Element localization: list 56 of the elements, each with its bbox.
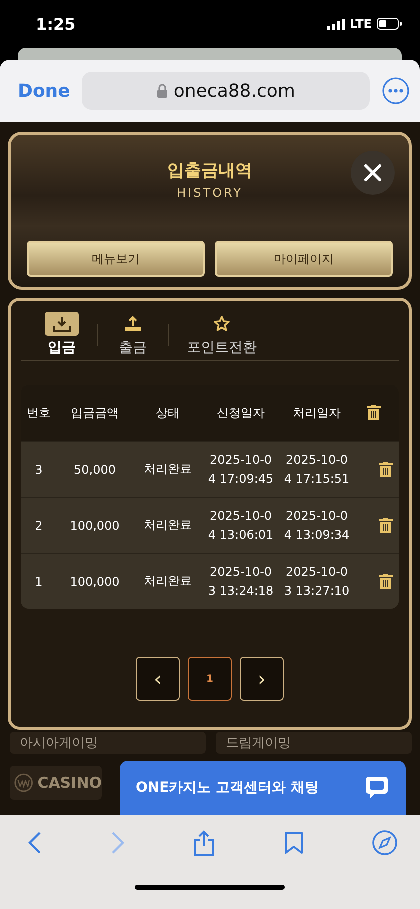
column-header: 처리일자 bbox=[292, 404, 342, 422]
lock-icon bbox=[156, 84, 168, 98]
menu-button[interactable]: 마이페이지 bbox=[215, 241, 393, 277]
table-cell-text: 2025-10-0 4 17:15:51 bbox=[283, 452, 351, 488]
close-icon bbox=[364, 164, 382, 182]
more-icon[interactable] bbox=[382, 77, 410, 105]
battery-icon bbox=[377, 18, 402, 30]
chat-button[interactable]: ONE카지노 고객센터와 채팅 bbox=[120, 761, 406, 815]
next-page-button[interactable]: › bbox=[240, 657, 284, 701]
table-cell-text: 3 bbox=[34, 462, 44, 476]
table-cell-text: 100,000 bbox=[69, 518, 121, 532]
trash-icon[interactable] bbox=[379, 518, 393, 534]
casino-tile[interactable]: CASINO bbox=[10, 766, 102, 800]
status-time: 1:25 bbox=[36, 14, 76, 34]
table-cell-text: 처리완료 bbox=[143, 573, 193, 590]
previous-page-button[interactable]: ‹ bbox=[136, 657, 180, 701]
signal-icon bbox=[326, 18, 345, 30]
compass-icon[interactable] bbox=[372, 830, 398, 856]
trash-icon[interactable] bbox=[379, 574, 393, 590]
column-header: 입금금액 bbox=[70, 404, 120, 422]
table-cell-text: 2025-10-0 3 13:24:18 bbox=[207, 564, 275, 600]
page-title: 입출금내역 bbox=[168, 160, 252, 182]
upload-icon bbox=[124, 316, 142, 332]
page-subtitle: HISTORY bbox=[177, 186, 243, 200]
back-icon[interactable] bbox=[28, 831, 42, 855]
share-icon[interactable] bbox=[193, 830, 215, 856]
table-cell-text: 2025-10-0 3 13:27:10 bbox=[283, 564, 351, 600]
table-cell-text: 2025-10-0 4 13:09:34 bbox=[283, 508, 351, 544]
table-cell-text: 2025-10-0 4 17:09:45 bbox=[207, 452, 275, 488]
page-button[interactable]: 1 bbox=[188, 657, 232, 701]
table-cell-text: 100,000 bbox=[69, 574, 121, 588]
game-tile[interactable]: 아시아게이밍 bbox=[10, 732, 206, 754]
tab[interactable]: 출금 bbox=[102, 312, 164, 357]
column-header: 번호 bbox=[26, 404, 52, 422]
column-header: 상태 bbox=[155, 404, 181, 422]
table-cell-text: 2 bbox=[34, 518, 44, 532]
star-icon bbox=[214, 316, 230, 332]
game-tile[interactable]: 드림게이밍 bbox=[216, 732, 412, 754]
table-cell-text: 처리완료 bbox=[143, 517, 193, 534]
bookmark-icon[interactable] bbox=[284, 831, 304, 855]
column-header: 신청일자 bbox=[216, 404, 266, 422]
close-button[interactable] bbox=[351, 151, 395, 195]
download-icon bbox=[53, 316, 71, 332]
network-label: LTE bbox=[350, 17, 372, 31]
menu-button[interactable]: 메뉴보기 bbox=[27, 241, 205, 277]
table-cell-text: 처리완료 bbox=[143, 461, 193, 478]
chat-bubble-icon bbox=[364, 775, 390, 801]
url-field[interactable]: oneca88.com bbox=[82, 72, 370, 110]
table-cell-text: 1 bbox=[34, 574, 44, 588]
trash-icon[interactable] bbox=[379, 462, 393, 478]
table-cell-text: 2025-10-0 4 13:06:01 bbox=[207, 508, 275, 544]
tab[interactable]: 포인트전환 bbox=[173, 312, 271, 357]
tab[interactable]: 입금 bbox=[31, 312, 93, 357]
trash-icon[interactable] bbox=[367, 405, 381, 421]
done-button[interactable]: Done bbox=[18, 80, 70, 102]
table-cell-text: 50,000 bbox=[73, 462, 117, 476]
